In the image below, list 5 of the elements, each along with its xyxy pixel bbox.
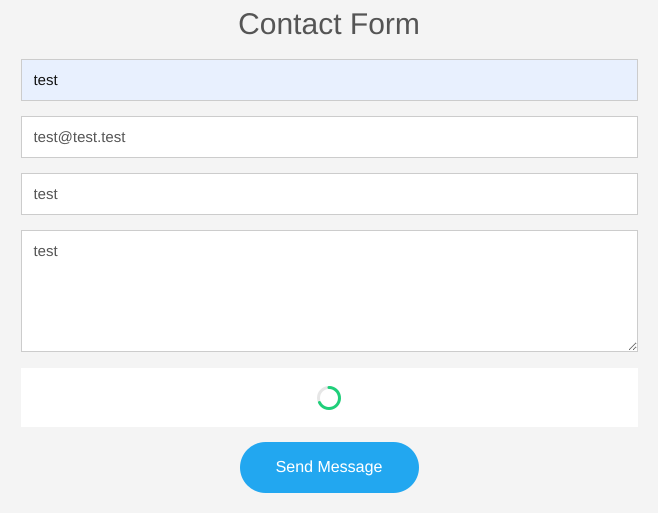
input-field[interactable]: test	[20, 173, 638, 215]
input-field[interactable]: test	[20, 59, 638, 101]
input-field[interactable]: test@test.test	[20, 116, 638, 158]
form-title: Contact Form	[238, 7, 420, 43]
message-field[interactable]: test	[20, 230, 638, 352]
